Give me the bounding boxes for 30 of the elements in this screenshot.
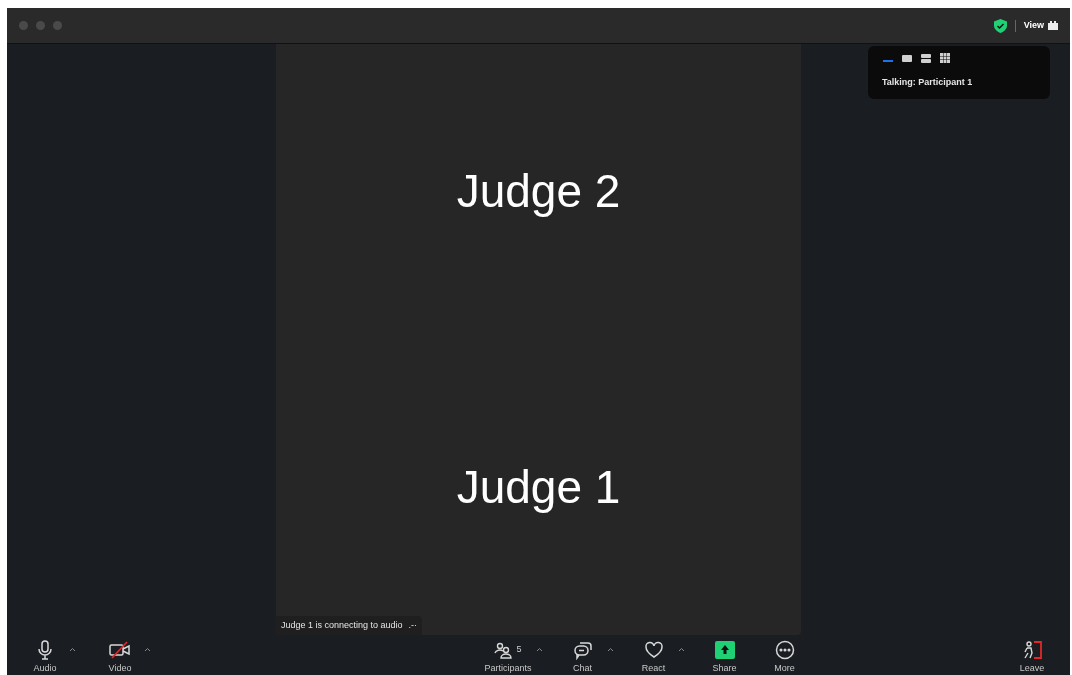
participant-count: 5 (516, 643, 522, 657)
single-layout-icon[interactable] (901, 52, 913, 64)
participant-name: Judge 2 (456, 164, 621, 220)
people-icon (494, 641, 513, 659)
participant-name: Judge 1 (456, 459, 621, 515)
caret-icon[interactable] (677, 647, 685, 652)
view-button[interactable]: View (1023, 18, 1058, 33)
share-button[interactable]: Share (704, 639, 745, 673)
chat-icon (572, 640, 593, 660)
caret-icon[interactable] (606, 647, 614, 652)
more-button[interactable]: More (764, 639, 805, 673)
heart-icon (643, 641, 664, 659)
grid-layout-icon[interactable] (939, 52, 951, 64)
more-icon (774, 640, 795, 660)
chat-button[interactable]: Chat (562, 639, 603, 673)
caret-icon[interactable] (69, 647, 76, 652)
participants-button[interactable]: 5 Participants (484, 639, 532, 673)
video-button[interactable]: Video (100, 639, 140, 673)
caret-icon[interactable] (144, 647, 151, 652)
share-screen-icon (714, 641, 735, 659)
status-text: Judge 1 is connecting to audio (281, 618, 403, 632)
shield-check-icon (993, 18, 1007, 33)
caret-icon[interactable] (535, 647, 543, 652)
react-button[interactable]: React (633, 639, 674, 673)
stacked-layout-icon[interactable] (920, 52, 932, 64)
audio-button[interactable]: Audio (25, 639, 65, 673)
talking-label: Talking: Participant 1 (882, 76, 974, 89)
signal-indicator: .-· (408, 618, 418, 632)
leave-button[interactable]: Leave (1012, 639, 1052, 673)
exit-door-icon (1022, 640, 1042, 660)
